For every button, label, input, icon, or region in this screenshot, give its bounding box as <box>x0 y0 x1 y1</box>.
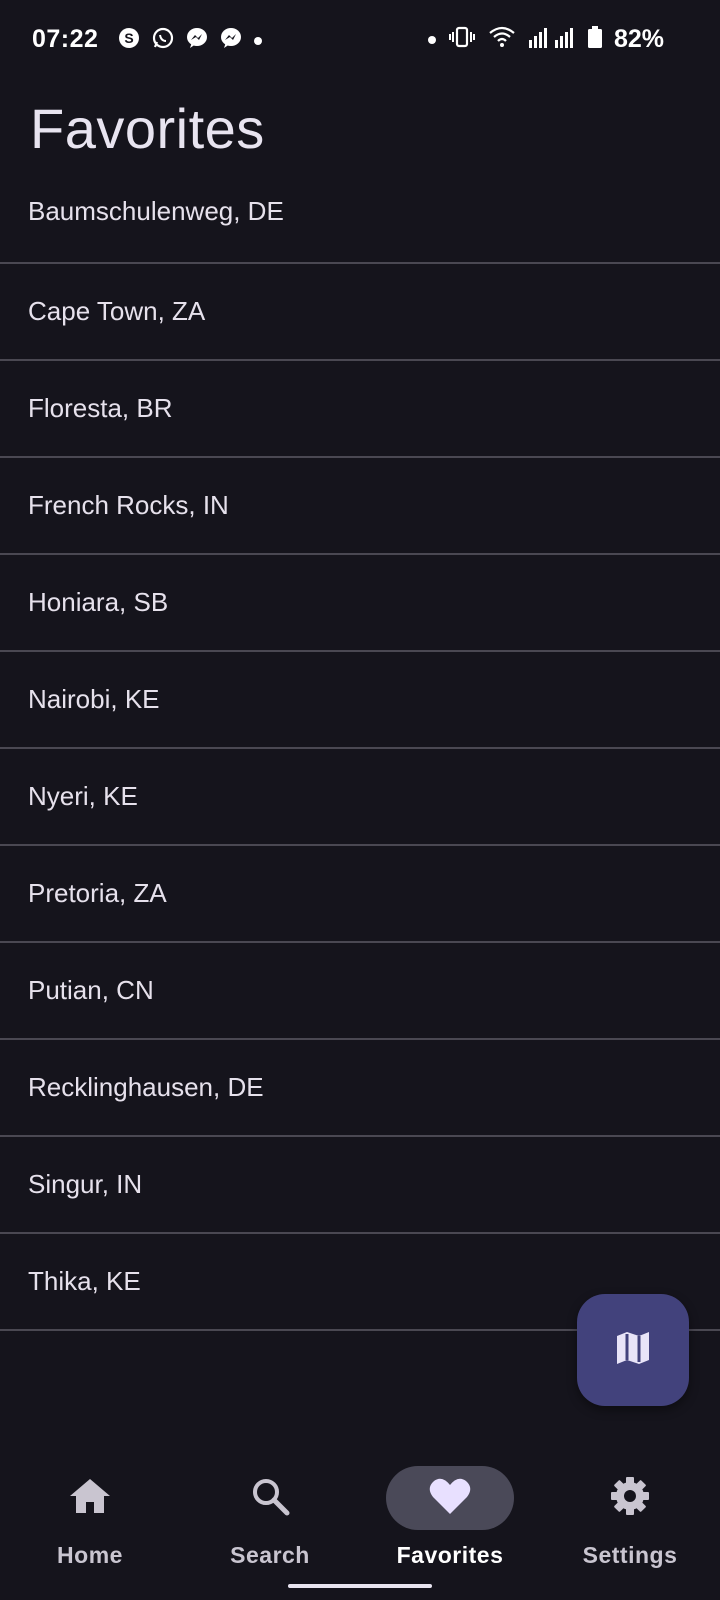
list-item[interactable]: Putian, CN <box>0 943 720 1040</box>
nav-label-home: Home <box>57 1542 123 1568</box>
list-item[interactable]: Honiara, SB <box>0 555 720 652</box>
dot-icon <box>427 35 436 44</box>
gear-icon <box>610 1476 650 1521</box>
messenger-icon <box>220 27 242 54</box>
signal-icon <box>528 26 576 53</box>
nav-label-settings: Settings <box>582 1542 678 1568</box>
dot-icon <box>254 36 262 45</box>
nav-item-search[interactable]: Search <box>180 1450 360 1580</box>
nav-active-indicator <box>386 1466 514 1530</box>
messenger-icon <box>186 27 208 54</box>
nav-item-settings[interactable]: Settings <box>540 1450 720 1580</box>
nav-icon-container <box>26 1466 154 1530</box>
nav-icon-container <box>206 1466 334 1530</box>
search-icon <box>250 1476 290 1521</box>
list-item[interactable]: Nyeri, KE <box>0 749 720 846</box>
favorites-list: Baumschulenweg, DE Cape Town, ZA Florest… <box>0 170 720 1331</box>
battery-icon <box>587 26 602 53</box>
list-item[interactable]: Floresta, BR <box>0 361 720 458</box>
list-item[interactable]: Recklinghausen, DE <box>0 1040 720 1137</box>
map-fab-button[interactable] <box>577 1294 689 1406</box>
nav-icon-container <box>566 1466 694 1530</box>
map-icon <box>613 1328 653 1373</box>
skype-icon: S <box>118 27 140 54</box>
list-item[interactable]: French Rocks, IN <box>0 458 720 555</box>
battery-percent: 82% <box>613 25 664 53</box>
svg-text:S: S <box>124 30 133 46</box>
nav-item-favorites[interactable]: Favorites <box>360 1450 540 1580</box>
list-item[interactable]: Baumschulenweg, DE <box>0 170 720 264</box>
nav-label-search: Search <box>230 1542 310 1568</box>
list-item[interactable]: Singur, IN <box>0 1137 720 1234</box>
status-time: 07:22 <box>32 25 99 53</box>
notification-icons: S <box>118 27 262 54</box>
nav-label-favorites: Favorites <box>396 1542 504 1568</box>
nav-item-home[interactable]: Home <box>0 1450 180 1580</box>
home-gesture-bar[interactable] <box>288 1584 432 1588</box>
list-item[interactable]: Pretoria, ZA <box>0 846 720 943</box>
wifi-icon <box>488 26 516 53</box>
system-icons: 82% <box>427 25 664 54</box>
list-item[interactable]: Nairobi, KE <box>0 652 720 749</box>
heart-icon <box>428 1476 472 1521</box>
status-bar: 07:22 S 82% <box>0 0 720 80</box>
bottom-navigation: Home Search Favorites Settings <box>0 1450 720 1600</box>
home-icon <box>68 1476 112 1521</box>
page-title: Favorites <box>30 97 265 160</box>
whatsapp-icon <box>152 27 174 54</box>
list-item[interactable]: Cape Town, ZA <box>0 264 720 361</box>
vibrate-icon <box>448 26 476 53</box>
